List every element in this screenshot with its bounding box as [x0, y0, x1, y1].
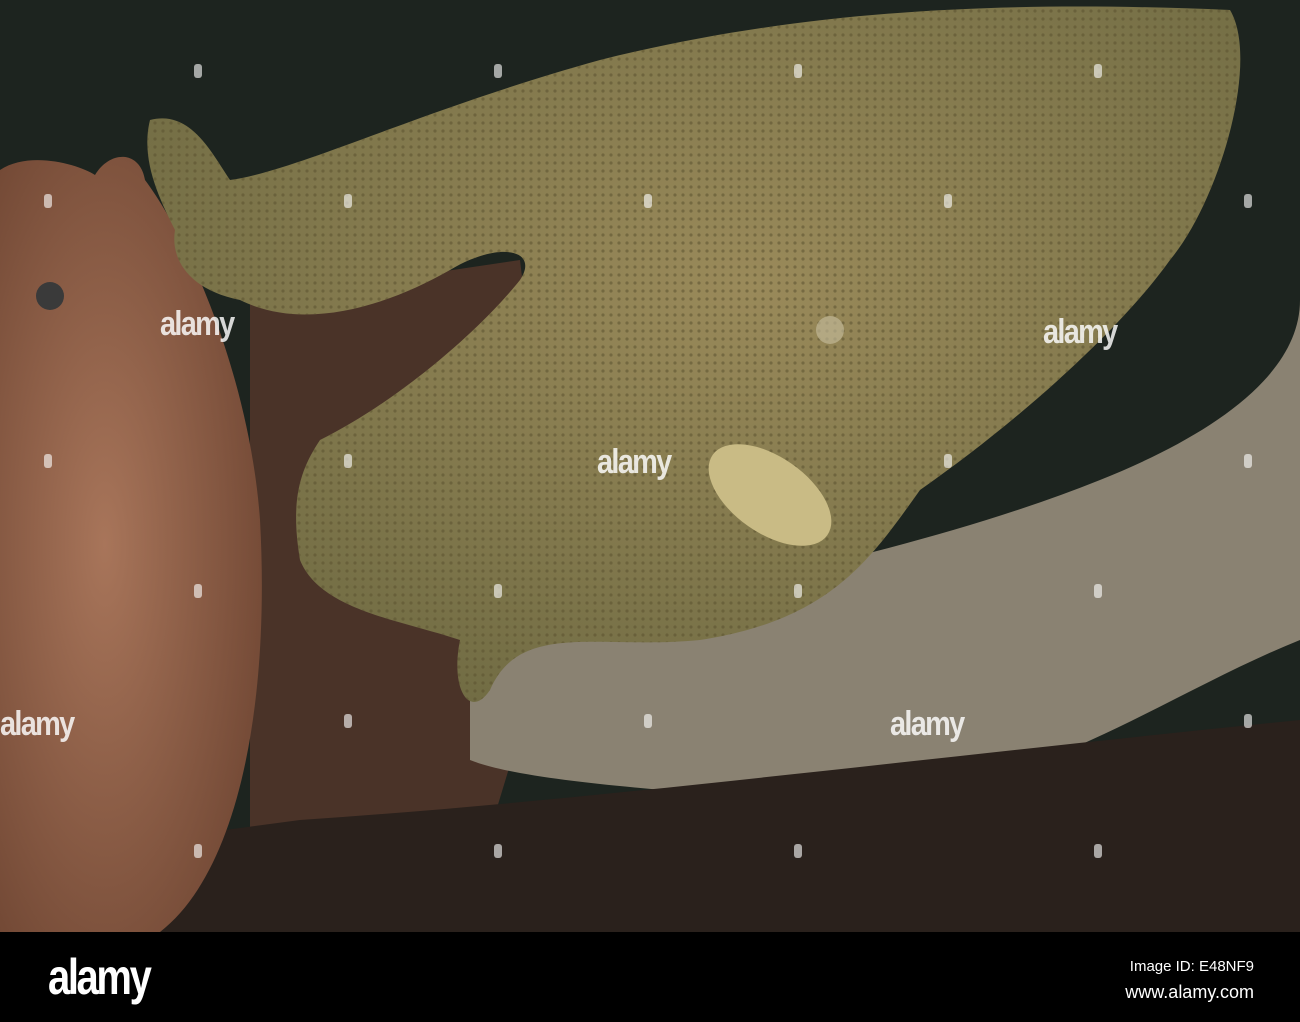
watermark-mark-icon	[44, 454, 52, 468]
watermark-mark-icon	[1094, 64, 1102, 78]
watermark-text: alamy	[160, 305, 235, 343]
watermark-mark-icon	[644, 714, 652, 728]
watermark-mark-icon	[794, 584, 802, 598]
footer-bar: alamy Image ID: E48NF9 www.alamy.com	[0, 932, 1300, 1022]
website-link[interactable]: www.alamy.com	[1125, 982, 1254, 1003]
watermark-text: alamy	[890, 705, 965, 743]
watermark-mark-icon	[1244, 454, 1252, 468]
watermark-mark-icon	[1244, 714, 1252, 728]
image-id: Image ID: E48NF9	[1129, 958, 1254, 975]
watermark-mark-icon	[944, 194, 952, 208]
watermark-mark-icon	[1094, 584, 1102, 598]
watermark-mark-icon	[794, 844, 802, 858]
watermark-mark-icon	[344, 194, 352, 208]
watermark-mark-icon	[194, 64, 202, 78]
sponge-opening	[36, 282, 64, 310]
watermark-mark-icon	[194, 844, 202, 858]
watermark-mark-icon	[944, 454, 952, 468]
watermark-text: alamy	[1043, 313, 1118, 351]
watermark-mark-icon	[494, 584, 502, 598]
alamy-logo: alamy	[48, 949, 152, 1005]
watermark-mark-icon	[1244, 194, 1252, 208]
watermark-mark-icon	[494, 844, 502, 858]
watermark-mark-icon	[644, 194, 652, 208]
watermark-mark-icon	[794, 64, 802, 78]
watermark-text: alamy	[0, 705, 75, 743]
watermark-mark-icon	[194, 584, 202, 598]
frogfish-eye	[816, 316, 844, 344]
watermark-mark-icon	[1094, 844, 1102, 858]
stock-photo-page: alamy alamy alamy alamy alamy alamy Imag…	[0, 0, 1300, 1022]
watermark-mark-icon	[44, 194, 52, 208]
watermark-mark-icon	[344, 454, 352, 468]
watermark-mark-icon	[494, 64, 502, 78]
watermark-text: alamy	[597, 443, 672, 481]
watermark-mark-icon	[344, 714, 352, 728]
